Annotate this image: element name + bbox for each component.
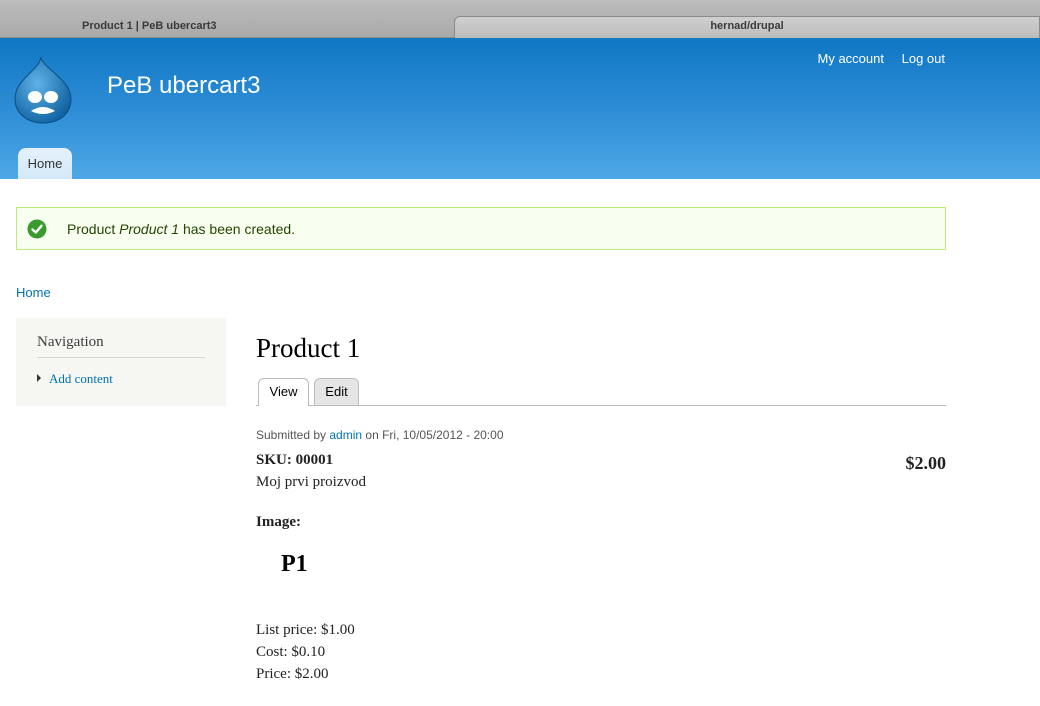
sidebar-navigation: Navigation Add content (16, 318, 226, 406)
main-menu-home[interactable]: Home (18, 148, 72, 179)
browser-tab-label: hernad/drupal (710, 20, 784, 32)
tabs-divider (256, 405, 946, 406)
submitted-prefix: Submitted by (256, 428, 330, 442)
drupal-drop-icon (14, 56, 72, 124)
page-title: Product 1 (256, 333, 361, 363)
status-product-title: Product 1 (119, 221, 180, 237)
check-circle-icon (27, 219, 47, 239)
site-header: PeB ubercart3 My account Log out Home (0, 38, 1040, 179)
tab-view[interactable]: View (258, 378, 309, 406)
logout-link[interactable]: Log out (902, 51, 945, 66)
status-suffix: has been created. (179, 221, 296, 237)
product-description: Moj prvi proizvod (256, 474, 366, 490)
sidebar-item-add-content[interactable]: Add content (37, 371, 113, 387)
site-logo[interactable] (13, 55, 73, 125)
browser-tab-bar: Product 1 | PeB ubercart3 hernad/drupal (0, 0, 1040, 38)
status-prefix: Product (67, 221, 120, 237)
browser-tab-active[interactable]: Product 1 | PeB ubercart3 (0, 16, 452, 38)
submitted-info: Submitted by admin on Fri, 10/05/2012 - … (256, 428, 504, 442)
image-label: Image: (256, 514, 301, 530)
browser-tab-label: Product 1 | PeB ubercart3 (82, 20, 217, 32)
display-price: $2.00 (905, 453, 947, 473)
browser-tab-inactive[interactable]: hernad/drupal (454, 16, 1040, 38)
cost: Cost: $0.10 (256, 644, 326, 660)
site-name[interactable]: PeB ubercart3 (107, 72, 260, 100)
author-link[interactable]: admin (329, 428, 362, 442)
sidebar-title: Navigation (37, 334, 205, 358)
product-image-alt: P1 (281, 551, 308, 577)
sell-price: Price: $2.00 (256, 666, 329, 682)
list-price: List price: $1.00 (256, 622, 355, 638)
my-account-link[interactable]: My account (818, 51, 884, 66)
bullet-arrow-icon (37, 374, 41, 382)
submitted-date: on Fri, 10/05/2012 - 20:00 (362, 428, 504, 442)
breadcrumb-home[interactable]: Home (16, 285, 51, 300)
tab-edit[interactable]: Edit (314, 378, 359, 405)
product-sku: SKU: 00001 (256, 452, 334, 468)
status-text: Product Product 1 has been created. (67, 221, 295, 237)
status-message: Product Product 1 has been created. (16, 207, 946, 250)
sidebar-item-label: Add content (49, 371, 113, 386)
user-menu: My account Log out (804, 51, 945, 66)
